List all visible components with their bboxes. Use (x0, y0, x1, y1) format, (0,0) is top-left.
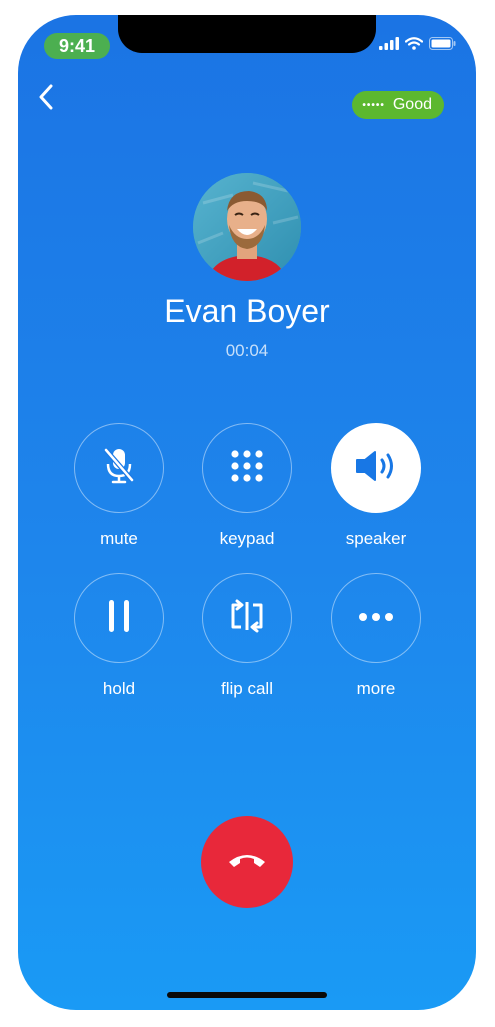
mute-label: mute (100, 529, 138, 548)
mute-circle[interactable] (74, 423, 164, 513)
hang-up-icon (227, 851, 267, 874)
flip-call-button[interactable]: flip call (187, 573, 307, 699)
speaker-icon (354, 449, 398, 488)
signal-icon (379, 37, 399, 55)
caller-name: Evan Boyer (164, 293, 330, 329)
chevron-left-icon (38, 84, 54, 115)
hold-circle[interactable] (74, 573, 164, 663)
speaker-button[interactable]: speaker (316, 423, 436, 549)
status-time: 9:41 (44, 33, 110, 59)
mic-off-icon (102, 446, 136, 491)
speaker-circle[interactable] (331, 423, 421, 513)
call-screen: 9:41 ••••• Good Evan Boyer 00:04 mute ke… (18, 15, 476, 1010)
avatar (193, 173, 301, 281)
flip-call-circle[interactable] (202, 573, 292, 663)
keypad-label: keypad (219, 529, 275, 548)
speaker-label: speaker (345, 529, 407, 548)
quality-label: Good (392, 96, 432, 113)
hold-label: hold (102, 679, 136, 698)
call-quality-badge: ••••• Good (352, 91, 444, 119)
back-button[interactable] (30, 81, 62, 117)
battery-icon (429, 37, 456, 55)
home-indicator[interactable] (167, 992, 327, 998)
end-call-button[interactable] (201, 816, 293, 908)
notch (118, 15, 376, 53)
more-button[interactable]: more (316, 573, 436, 699)
pause-icon (108, 599, 130, 638)
more-circle[interactable] (331, 573, 421, 663)
wifi-icon (404, 37, 424, 55)
mute-button[interactable]: mute (59, 423, 179, 549)
more-label: more (356, 679, 396, 698)
keypad-circle[interactable] (202, 423, 292, 513)
more-dots-icon (358, 609, 394, 627)
flip-call-icon (227, 599, 267, 638)
quality-dots: ••••• (362, 99, 385, 111)
hold-button[interactable]: hold (59, 573, 179, 699)
keypad-icon (230, 449, 264, 488)
keypad-button[interactable]: keypad (187, 423, 307, 549)
flip-call-label: flip call (221, 679, 273, 698)
status-icons (379, 37, 456, 55)
call-duration: 00:04 (225, 341, 269, 360)
